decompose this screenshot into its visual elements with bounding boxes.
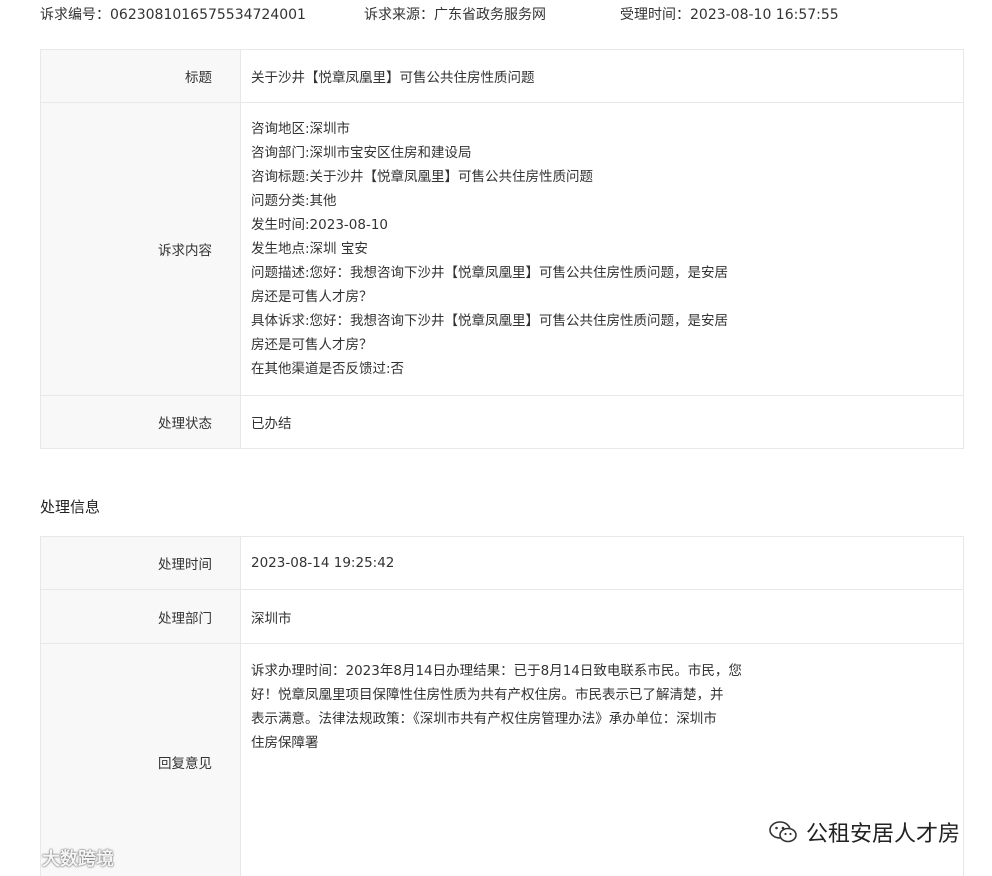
content-line: 在其他渠道是否反馈过:否 bbox=[251, 361, 405, 377]
reply-line: 好！悦章凤凰里项目保障性住房性质为共有产权住房。市民表示已了解清楚，并 bbox=[251, 687, 724, 703]
request-table: 标题 关于沙井【悦章凤凰里】可售公共住房性质问题 诉求内容 咨询地区:深圳市 咨… bbox=[40, 49, 964, 449]
status-row: 处理状态 已办结 bbox=[40, 395, 964, 449]
title-value: 关于沙井【悦章凤凰里】可售公共住房性质问题 bbox=[240, 49, 964, 103]
watermark-left: 大数跨境 bbox=[8, 846, 114, 870]
handling-time-row: 处理时间 2023-08-14 19:25:42 bbox=[40, 536, 964, 590]
handling-time-value: 2023-08-14 19:25:42 bbox=[240, 536, 964, 590]
reply-lines: 诉求办理时间：2023年8月14日办理结果：已于8月14日致电联系市民。市民，您… bbox=[251, 659, 761, 755]
content-line: 发生地点:深圳 宝安 bbox=[251, 241, 368, 257]
reply-line: 表示满意。法律法规政策：《深圳市共有产权住房管理办法》承办单位：深圳市 bbox=[251, 711, 717, 727]
status-label: 处理状态 bbox=[40, 395, 241, 449]
content-row: 诉求内容 咨询地区:深圳市 咨询部门:深圳市宝安区住房和建设局 咨询标题:关于沙… bbox=[40, 102, 964, 396]
watermark-right: 公租安居人才房 bbox=[768, 815, 960, 849]
title-row: 标题 关于沙井【悦章凤凰里】可售公共住房性质问题 bbox=[40, 49, 964, 103]
page: 诉求编号：0623081016575534724001 诉求来源：广东省政务服务… bbox=[0, 0, 992, 876]
reply-line: 住房保障署 bbox=[251, 735, 319, 751]
content-line: 咨询部门:深圳市宝安区住房和建设局 bbox=[251, 145, 472, 161]
content-line: 问题分类:其他 bbox=[251, 193, 337, 209]
content-label: 诉求内容 bbox=[40, 102, 241, 396]
section-title: 处理信息 bbox=[40, 498, 101, 516]
content-line: 咨询地区:深圳市 bbox=[251, 121, 351, 137]
handling-dept-value: 深圳市 bbox=[240, 589, 964, 644]
title-label: 标题 bbox=[40, 49, 241, 103]
content-lines: 咨询地区:深圳市 咨询部门:深圳市宝安区住房和建设局 咨询标题:关于沙井【悦章凤… bbox=[251, 117, 761, 381]
content-line: 咨询标题:关于沙井【悦章凤凰里】可售公共住房性质问题 bbox=[251, 169, 594, 185]
status-badge: 已办结 bbox=[240, 395, 964, 449]
complaint-source: 诉求来源：广东省政务服务网 bbox=[364, 7, 546, 23]
content-line: 具体诉求:您好：我想咨询下沙井【悦章凤凰里】可售公共住房性质问题，是安居 bbox=[251, 313, 729, 329]
content-line: 发生时间:2023-08-10 bbox=[251, 217, 389, 233]
handling-time-label: 处理时间 bbox=[40, 536, 241, 590]
handling-dept-row: 处理部门 深圳市 bbox=[40, 589, 964, 644]
content-value: 咨询地区:深圳市 咨询部门:深圳市宝安区住房和建设局 咨询标题:关于沙井【悦章凤… bbox=[240, 102, 964, 396]
watermark-right-text: 公租安居人才房 bbox=[805, 822, 960, 847]
brand-logo-icon bbox=[9, 851, 36, 865]
content-line: 房还是可售人才房？ bbox=[251, 289, 373, 305]
complaint-number: 诉求编号：0623081016575534724001 bbox=[40, 7, 306, 23]
wechat-icon bbox=[769, 821, 797, 843]
content-line: 房还是可售人才房？ bbox=[251, 337, 373, 353]
content-line: 问题描述:您好：我想咨询下沙井【悦章凤凰里】可售公共住房性质问题，是安居 bbox=[251, 265, 729, 281]
watermark-left-text: 大数跨境 bbox=[42, 849, 114, 870]
reply-line: 诉求办理时间：2023年8月14日办理结果：已于8月14日致电联系市民。市民，您 bbox=[251, 663, 742, 679]
accept-time: 受理时间：2023-08-10 16:57:55 bbox=[620, 7, 839, 23]
handling-dept-label: 处理部门 bbox=[40, 589, 241, 644]
reply-label: 回复意见 bbox=[40, 643, 241, 876]
